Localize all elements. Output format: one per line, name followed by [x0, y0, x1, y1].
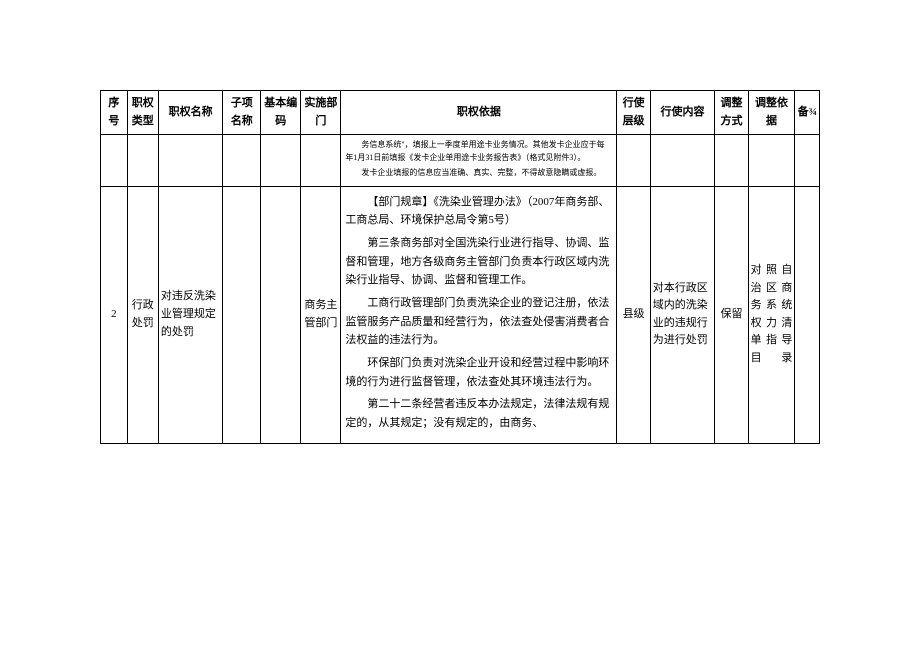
cell-mingcheng: [158, 135, 223, 186]
header-zixiang: 子项名称: [223, 91, 261, 135]
cell-bianma: [261, 186, 301, 443]
yiju-paragraph: 【部门规章】《洗染业管理办法》（2007年商务部、工商总局、环境保护总局令第5号…: [345, 193, 612, 230]
cell-bumen: 商务主管部门: [301, 186, 341, 443]
yiju-paragraph: 第二十二条经营者违反本办法规定，法律法规有规定的，从其规定；没有规定的，由商务、: [345, 395, 612, 432]
cell-leixing: [127, 135, 158, 186]
header-mingcheng: 职权名称: [158, 91, 223, 135]
yiju-paragraph: 发卡企业填报的信息应当准确、真实、完整，不得故意隐瞒或虚报。: [345, 167, 612, 180]
header-cengji: 行使层级: [617, 91, 650, 135]
cell-leixing: 行政处罚: [127, 186, 158, 443]
table-row: 务信息系统"，填报上一季度单用途卡业务情况。其他发卡企业应于每年1月31日前填报…: [101, 135, 820, 186]
cell-bianma: [261, 135, 301, 186]
cell-bumen: [301, 135, 341, 186]
header-xuhao: 序号: [101, 91, 128, 135]
cell-yiju: 务信息系统"，填报上一季度单用途卡业务情况。其他发卡企业应于每年1月31日前填报…: [341, 135, 617, 186]
cell-fangshi: 保留: [715, 186, 748, 443]
yiju-paragraph: 第三条商务部对全国洗染行业进行指导、协调、监督和管理，地方各级商务主管部门负责本…: [345, 234, 612, 290]
cell-zixiang: [223, 186, 261, 443]
yiju-paragraph: 环保部门负责对洗染企业开设和经营过程中影响环境的行为进行监督管理，依法查处其环境…: [345, 354, 612, 391]
cell-zixiang: [223, 135, 261, 186]
cell-neirong: [650, 135, 715, 186]
table-header-row: 序号 职权类型 职权名称 子项名称 基本编码 实施部门 职权依据 行使层级 行使…: [101, 91, 820, 135]
header-leixing: 职权类型: [127, 91, 158, 135]
yiju-paragraph: 务信息系统"，填报上一季度单用途卡业务情况。其他发卡企业应于每年1月31日前填报…: [345, 139, 612, 165]
header-yiju: 职权依据: [341, 91, 617, 135]
cell-beizhu: [795, 186, 820, 443]
header-beizhu: 备¾: [795, 91, 820, 135]
yiju-paragraph: 工商行政管理部门负责洗染企业的登记注册，依法监管服务产品质量和经营行为，依法查处…: [345, 294, 612, 350]
authority-table: 序号 职权类型 职权名称 子项名称 基本编码 实施部门 职权依据 行使层级 行使…: [100, 90, 820, 444]
header-tiaozheng: 调整依据: [748, 91, 795, 135]
cell-xuhao: 2: [101, 186, 128, 443]
cell-mingcheng: 对违反洗染业管理规定的处罚: [158, 186, 223, 443]
table-row: 2 行政处罚 对违反洗染业管理规定的处罚 商务主管部门 【部门规章】《洗染业管理…: [101, 186, 820, 443]
cell-tiaozheng: 对照自治区商务系统权力清单指导目录: [748, 186, 795, 443]
cell-cengji: [617, 135, 650, 186]
header-neirong: 行使内容: [650, 91, 715, 135]
cell-beizhu: [795, 135, 820, 186]
cell-fangshi: [715, 135, 748, 186]
header-bumen: 实施部门: [301, 91, 341, 135]
cell-yiju: 【部门规章】《洗染业管理办法》（2007年商务部、工商总局、环境保护总局令第5号…: [341, 186, 617, 443]
header-bianma: 基本编码: [261, 91, 301, 135]
cell-xuhao: [101, 135, 128, 186]
cell-tiaozheng: [748, 135, 795, 186]
cell-neirong: 对本行政区域内的洗染业的违规行为进行处罚: [650, 186, 715, 443]
cell-cengji: 县级: [617, 186, 650, 443]
header-fangshi: 调整方式: [715, 91, 748, 135]
